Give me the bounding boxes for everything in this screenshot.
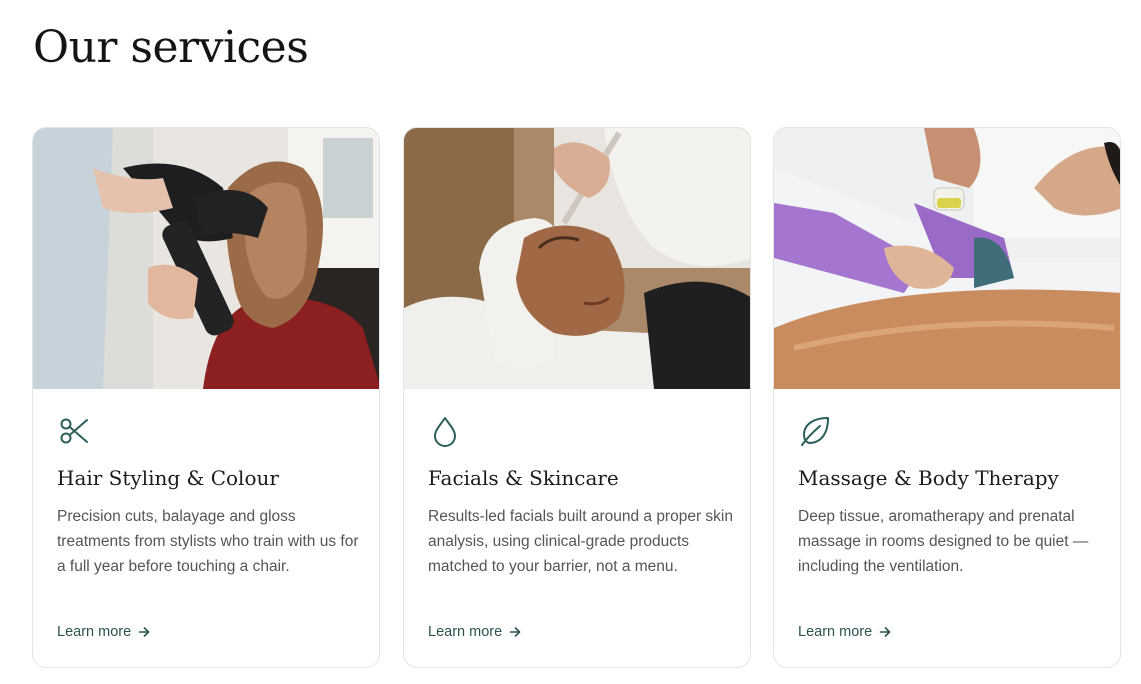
card-title: Massage & Body Therapy xyxy=(798,466,1059,490)
card-title: Hair Styling & Colour xyxy=(57,466,279,490)
service-cards: Hair Styling & Colour Precision cuts, ba… xyxy=(32,127,1122,668)
learn-more-link[interactable]: Learn more xyxy=(57,624,151,640)
arrow-right-icon xyxy=(878,625,892,639)
service-card-hair: Hair Styling & Colour Precision cuts, ba… xyxy=(32,127,380,668)
hair-stylist-photo xyxy=(33,128,379,389)
card-description: Results-led facials built around a prope… xyxy=(428,508,733,575)
card-description: Precision cuts, balayage and gloss treat… xyxy=(57,508,359,575)
learn-more-link[interactable]: Learn more xyxy=(798,624,892,640)
learn-more-label: Learn more xyxy=(428,624,503,640)
page-title: Our services xyxy=(33,22,309,73)
service-card-massage: Massage & Body Therapy Deep tissue, arom… xyxy=(773,127,1121,668)
learn-more-link[interactable]: Learn more xyxy=(428,624,522,640)
scissors-icon xyxy=(57,414,91,448)
arrow-right-icon xyxy=(137,625,151,639)
facial-treatment-photo xyxy=(404,128,750,389)
card-title: Facials & Skincare xyxy=(428,466,619,490)
arrow-right-icon xyxy=(508,625,522,639)
learn-more-label: Learn more xyxy=(57,624,132,640)
massage-photo xyxy=(774,128,1120,389)
leaf-icon xyxy=(798,414,832,448)
services-section: Our services Hair Styling & Colour Preci… xyxy=(0,0,1141,684)
droplet-icon xyxy=(428,414,462,448)
card-description: Deep tissue, aromatherapy and prenatal m… xyxy=(798,508,1089,575)
service-card-facials: Facials & Skincare Results-led facials b… xyxy=(403,127,751,668)
learn-more-label: Learn more xyxy=(798,624,873,640)
